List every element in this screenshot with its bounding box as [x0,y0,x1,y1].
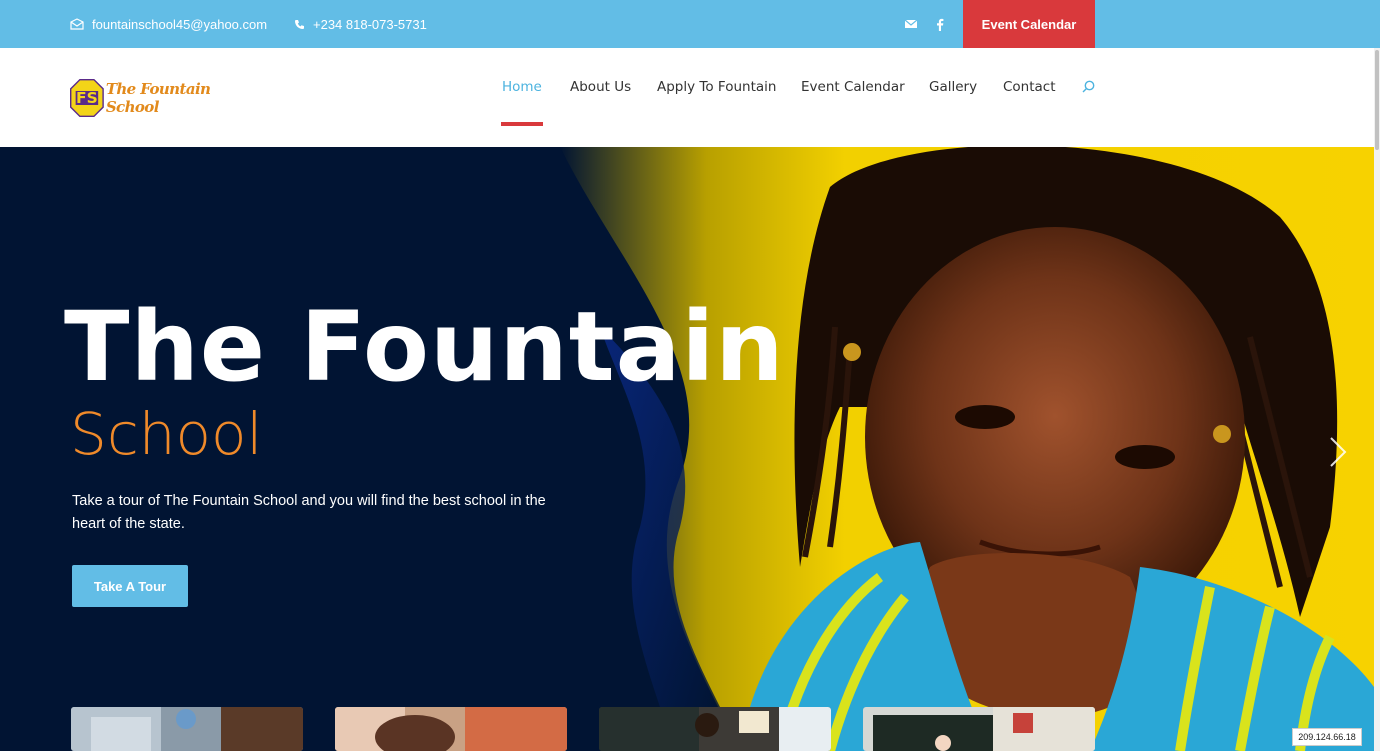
student-photo [335,707,567,751]
gallery-thumbnail[interactable] [71,707,303,751]
main-header: FS The Fountain School Home About Us App… [0,48,1374,147]
chevron-right-icon[interactable] [1328,435,1348,469]
blackboard-photo [599,707,831,751]
hero-title: The Fountain [64,291,785,403]
top-bar: fountainschool45@yahoo.com +234 818-073-… [0,0,1380,48]
envelope-icon [70,18,84,30]
gallery-thumbnail[interactable] [335,707,567,751]
active-nav-indicator [501,122,543,126]
nav-contact[interactable]: Contact [1003,79,1056,95]
hero-description: Take a tour of The Fountain School and y… [72,493,546,532]
nav-event-calendar[interactable]: Event Calendar [801,79,905,95]
hero-slider: The Fountain School Take a tour of The F… [0,147,1374,751]
classroom-photo [71,707,303,751]
logo-text: The Fountain School [105,80,211,116]
nav-apply[interactable]: Apply To Fountain [657,79,776,95]
gallery-thumbnail[interactable] [863,707,1095,751]
phone-contact[interactable]: +234 818-073-5731 [294,0,427,48]
ip-address-badge: 209.124.66.18 [1292,728,1362,746]
site-logo[interactable]: FS The Fountain School [70,70,220,126]
facebook-link[interactable] [936,0,944,48]
hero-subtitle: School [70,400,263,468]
gallery-thumbnail[interactable] [599,707,831,751]
envelope-icon [905,19,917,28]
email-contact[interactable]: fountainschool45@yahoo.com [70,0,267,48]
search-icon[interactable] [1082,80,1095,93]
event-calendar-button[interactable]: Event Calendar [963,0,1095,48]
facebook-icon [937,18,944,31]
mail-social-link[interactable] [905,0,917,48]
email-text[interactable]: fountainschool45@yahoo.com [92,17,267,32]
nav-gallery[interactable]: Gallery [929,79,977,95]
take-a-tour-button[interactable]: Take A Tour [72,565,188,607]
scrollbar-thumb[interactable] [1375,50,1379,150]
school-badge-icon: FS [70,78,104,118]
phone-text[interactable]: +234 818-073-5731 [313,17,427,32]
teacher-photo [863,707,1095,751]
nav-about-us[interactable]: About Us [570,79,631,95]
phone-icon [295,19,304,29]
svg-text:FS: FS [76,89,98,107]
page-scrollbar[interactable] [1374,48,1380,751]
nav-home[interactable]: Home [502,79,542,95]
